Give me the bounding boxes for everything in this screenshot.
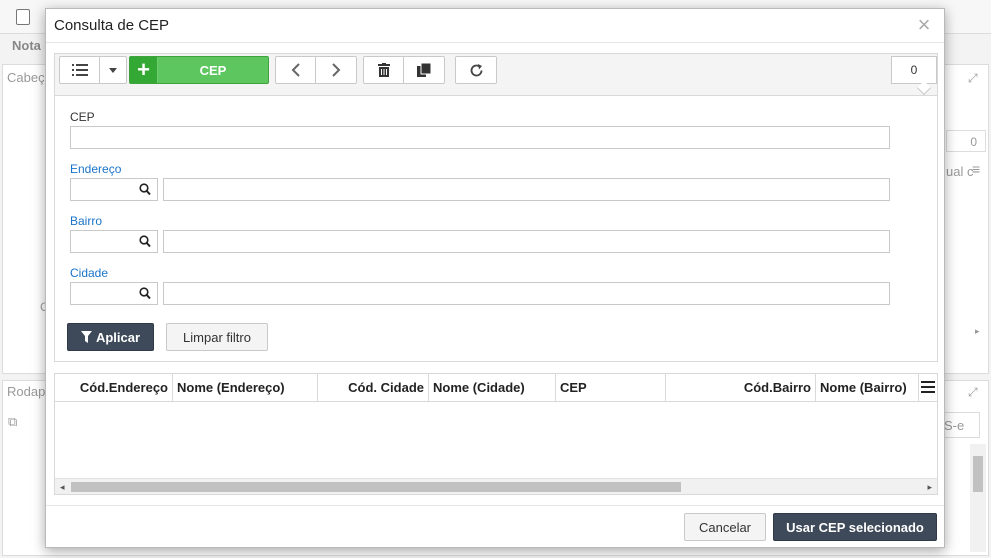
list-view-button[interactable] <box>60 57 100 83</box>
copy-icon[interactable]: ⧉ <box>8 414 17 430</box>
dialog-footer: Cancelar Usar CEP selecionado <box>46 505 944 547</box>
copy-icon <box>417 63 431 77</box>
column-header[interactable]: Nome (Cidade) <box>429 374 556 402</box>
trash-icon <box>377 63 390 77</box>
clear-filter-button[interactable]: Limpar filtro <box>166 323 268 351</box>
filter-panel: CEP Endereço Bairro Cidade Aplicar Limpa… <box>54 95 938 362</box>
scroll-right-arrow-icon[interactable]: ▸ <box>975 326 980 337</box>
refresh-group <box>455 56 497 84</box>
search-icon[interactable] <box>139 287 151 301</box>
new-cep-button[interactable]: CEP <box>158 57 268 83</box>
background-counter[interactable]: 0 <box>946 130 986 152</box>
record-counter: 0 <box>891 56 937 84</box>
column-header[interactable]: Nome (Bairro) <box>816 374 919 402</box>
cancel-button[interactable]: Cancelar <box>684 513 766 541</box>
column-header[interactable]: Cód.Endereço <box>55 374 173 402</box>
grid-horizontal-scrollbar[interactable]: ◂ ▸ <box>55 478 937 494</box>
next-button[interactable] <box>316 57 356 83</box>
navigation-group <box>275 56 357 84</box>
duplicate-button[interactable] <box>404 57 444 83</box>
column-header[interactable]: CEP <box>556 374 666 402</box>
grid-scroll-thumb[interactable] <box>71 482 681 492</box>
endereco-code-input[interactable] <box>70 178 158 201</box>
endereco-name-input[interactable] <box>163 178 890 201</box>
column-menu-icon[interactable]: ≡ <box>972 161 980 177</box>
column-menu-icon[interactable] <box>921 381 935 393</box>
bairro-code-input[interactable] <box>70 230 158 253</box>
cep-label: CEP <box>70 110 95 124</box>
background-footer-panel-title: Rodap <box>7 384 46 399</box>
scroll-right-arrow-icon[interactable]: ▸ <box>927 482 932 493</box>
results-grid: Cód.Endereço Nome (Endereço) Cód. Cidade… <box>54 373 938 495</box>
add-button[interactable]: + <box>130 57 158 83</box>
background-column-text: ual c <box>946 164 974 179</box>
cidade-code-input[interactable] <box>70 282 158 305</box>
record-actions-group <box>363 56 445 84</box>
bairro-name-input[interactable] <box>163 230 890 253</box>
list-icon <box>71 64 88 76</box>
delete-button[interactable] <box>364 57 404 83</box>
refresh-button[interactable] <box>456 57 496 83</box>
column-header[interactable]: Cód.Bairro <box>666 374 816 402</box>
close-icon[interactable]: × <box>914 14 934 36</box>
use-selected-cep-button[interactable]: Usar CEP selecionado <box>773 513 937 541</box>
filter-icon <box>80 331 92 343</box>
endereco-label[interactable]: Endereço <box>70 162 121 176</box>
cep-input[interactable] <box>70 126 890 149</box>
bairro-label[interactable]: Bairro <box>70 214 102 228</box>
new-document-icon[interactable] <box>16 9 30 25</box>
refresh-icon <box>470 63 482 76</box>
background-nfse-text: S-e <box>944 418 965 433</box>
chevron-right-icon <box>331 63 340 77</box>
dialog-title: Consulta de CEP <box>54 17 170 34</box>
previous-button[interactable] <box>276 57 316 83</box>
expand-icon[interactable]: ⤢ <box>968 72 980 84</box>
cep-lookup-dialog: Consulta de CEP × + CEP 0 CEP Endereço B… <box>45 8 945 548</box>
background-header-panel-title: Cabeç <box>7 70 45 85</box>
cidade-name-input[interactable] <box>163 282 890 305</box>
plus-icon: + <box>137 57 150 82</box>
cidade-label[interactable]: Cidade <box>70 266 108 280</box>
background-tab-nota[interactable]: Nota <box>12 38 41 53</box>
view-dropdown-button[interactable] <box>100 57 126 83</box>
add-cep-group: + CEP <box>129 56 269 84</box>
view-menu-group <box>59 56 127 84</box>
chevron-left-icon <box>291 63 300 77</box>
apply-filter-button[interactable]: Aplicar <box>67 323 154 351</box>
apply-filter-label: Aplicar <box>95 329 141 345</box>
dialog-toolbar: + CEP 0 <box>54 53 938 96</box>
expand-icon[interactable]: ⤢ <box>968 386 980 398</box>
column-header[interactable]: Nome (Endereço) <box>173 374 318 402</box>
background-scroll-thumb[interactable] <box>973 456 983 492</box>
column-header[interactable]: Cód. Cidade <box>318 374 429 402</box>
search-icon[interactable] <box>139 235 151 249</box>
dialog-header: Consulta de CEP × <box>46 9 944 43</box>
scroll-left-arrow-icon[interactable]: ◂ <box>60 482 65 493</box>
grid-header-row: Cód.Endereço Nome (Endereço) Cód. Cidade… <box>55 374 937 402</box>
caret-down-icon <box>109 67 117 73</box>
background-vertical-scrollbar[interactable] <box>970 444 986 552</box>
search-icon[interactable] <box>139 183 151 197</box>
